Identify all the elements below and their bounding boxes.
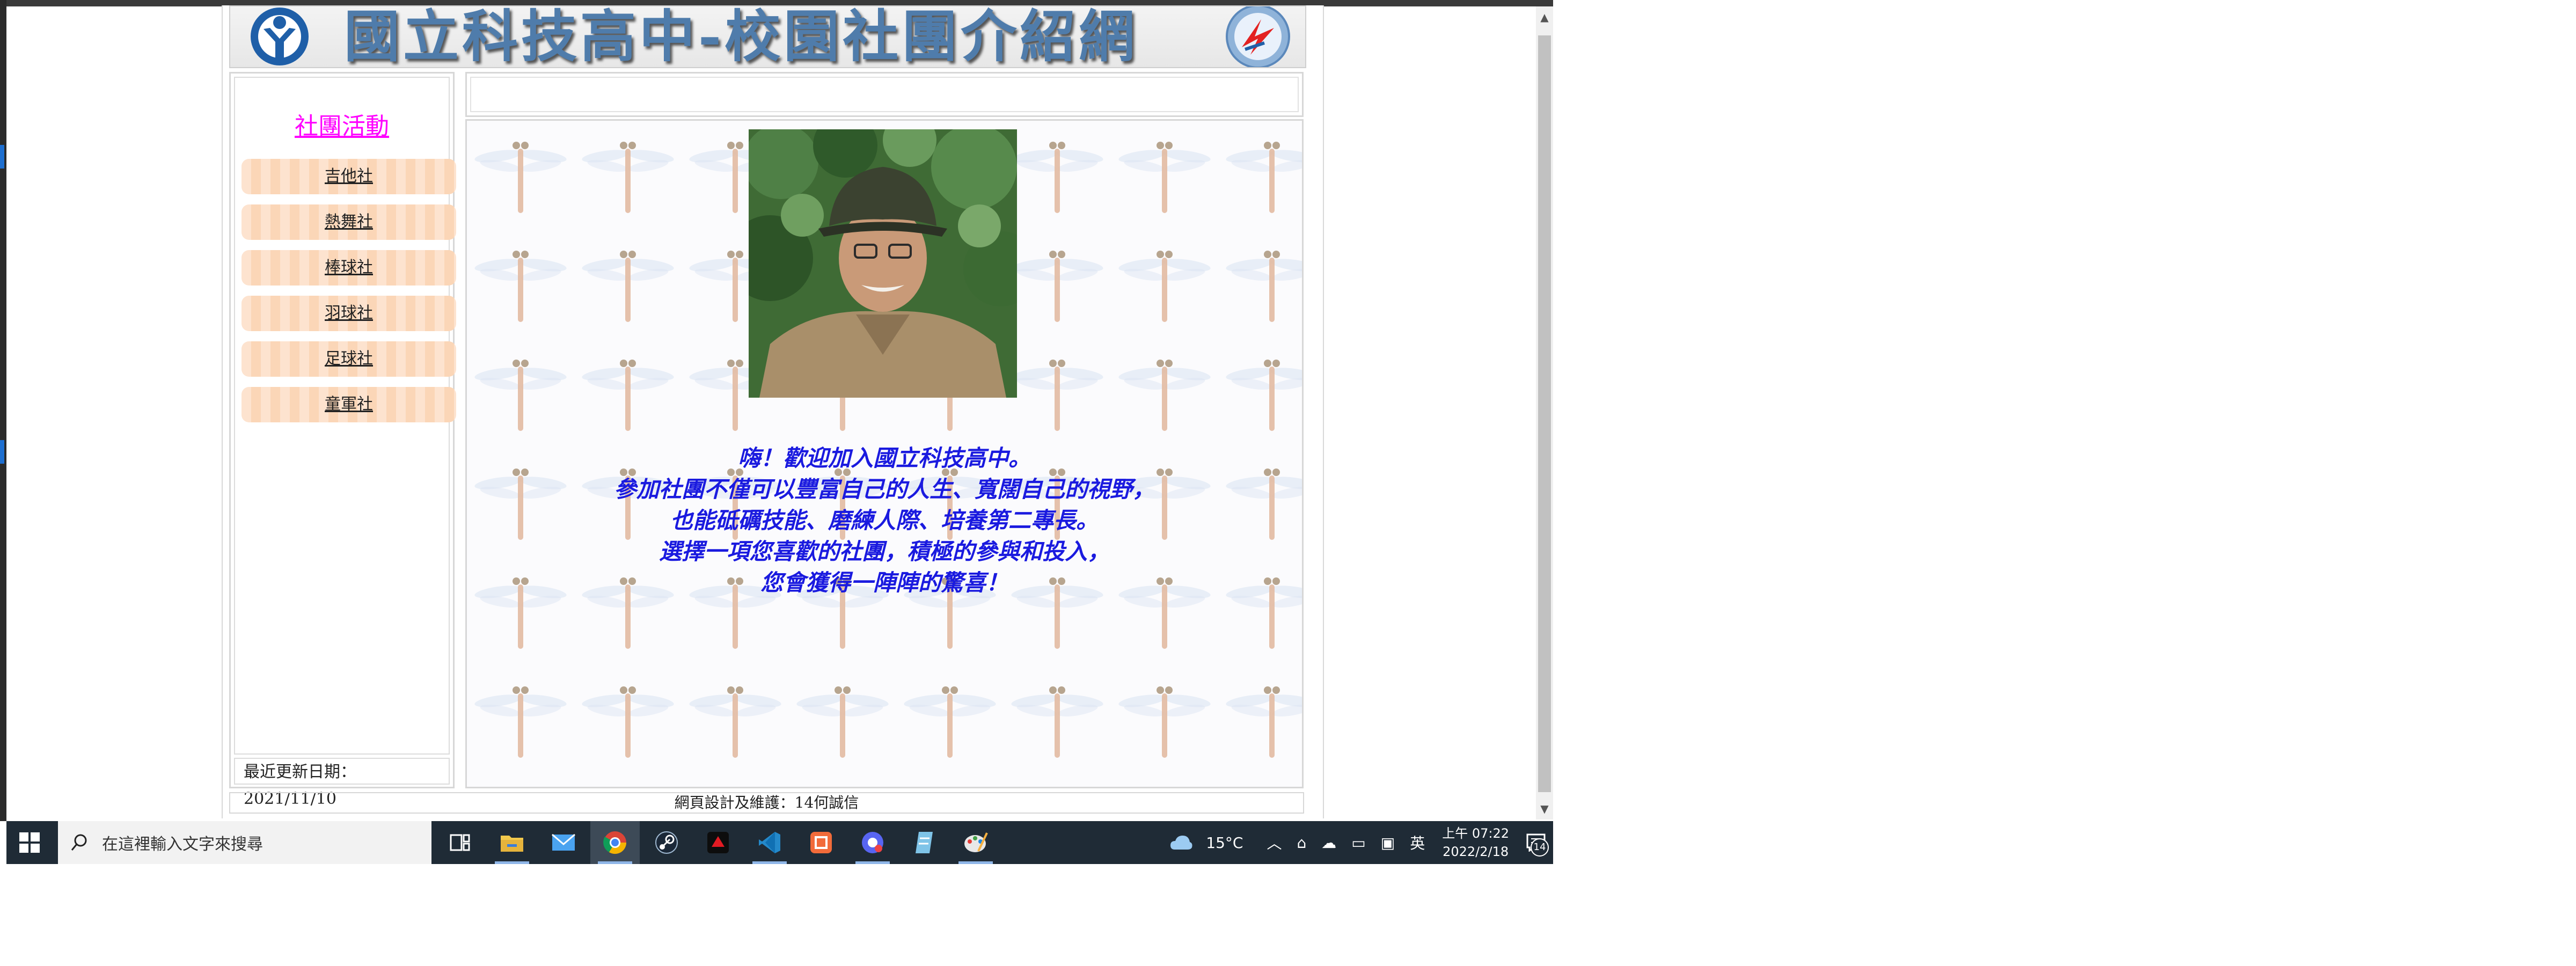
taskbar-app-orange[interactable]: [796, 821, 846, 864]
chrome-icon: [603, 831, 627, 854]
taskbar-search-box[interactable]: 在這裡輸入文字來搜尋: [58, 821, 431, 864]
clock-date: 2022/2/18: [1443, 844, 1509, 859]
running-indicator: [855, 861, 890, 864]
welcome-line: 嗨！歡迎加入國立科技高中。: [737, 445, 1031, 471]
scroll-up-arrow-icon[interactable]: ▲: [1536, 6, 1553, 28]
battery-icon[interactable]: ▭: [1351, 834, 1365, 852]
welcome-line: 也能砥礪技能、磨練人際、培養第二專長。: [670, 507, 1099, 533]
web-page: 國立科技高中-校園社團介紹網 社團活動 吉他社 熱舞社 棒球社 羽球社 足球社 …: [222, 5, 1324, 818]
task-view-button[interactable]: [436, 821, 485, 864]
weather-cloud-icon[interactable]: [1169, 833, 1193, 852]
show-hidden-icons-chevron-icon[interactable]: ︿: [1267, 832, 1282, 853]
app-red-icon: [707, 832, 729, 853]
app-orange-icon: [810, 832, 832, 853]
start-button[interactable]: [6, 821, 53, 864]
scrollbar-thumb[interactable]: [1538, 35, 1551, 792]
taskbar-app-purple[interactable]: [848, 821, 897, 864]
club-link-hiphop-dance[interactable]: 熱舞社: [241, 204, 456, 240]
notification-center-button[interactable]: 14: [1519, 821, 1553, 864]
site-banner: 國立科技高中-校園社團介紹網: [229, 5, 1306, 68]
browser-window: 國立科技高中-校園社團介紹網 社團活動 吉他社 熱舞社 棒球社 羽球社 足球社 …: [0, 0, 1553, 864]
club-link-soccer[interactable]: 足球社: [241, 341, 456, 377]
badge-logo-icon: [1226, 6, 1290, 67]
club-link-guitar[interactable]: 吉他社: [241, 159, 456, 194]
main-content: 嗨！歡迎加入國立科技高中。 參加社團不僅可以豐富自己的人生、寬闊自己的視野， 也…: [465, 119, 1304, 788]
running-indicator: [495, 861, 529, 864]
sidebar-menu-panel: 社團活動 吉他社 熱舞社 棒球社 羽球社 足球社 童軍社: [234, 77, 456, 755]
steam-icon: [655, 831, 678, 854]
welcome-line: 選擇一項您喜歡的社團，積極的參與和投入，: [658, 538, 1110, 565]
network-icon[interactable]: ▣: [1381, 834, 1395, 852]
club-link-baseball[interactable]: 棒球社: [241, 250, 456, 286]
usb-device-icon[interactable]: ⌂: [1297, 834, 1306, 852]
taskbar-clock[interactable]: 上午 07:22 2022/2/18: [1442, 824, 1509, 861]
site-title: 國立科技高中-校園社團介紹網: [344, 5, 1138, 68]
content-header-bar: [465, 72, 1304, 117]
taskbar-file-explorer[interactable]: [487, 821, 537, 864]
portrait-photo: [749, 129, 1017, 398]
search-placeholder: 在這裡輸入文字來搜尋: [102, 835, 263, 854]
vertical-scrollbar[interactable]: ▲ ▼: [1536, 6, 1553, 819]
running-indicator: [958, 861, 993, 864]
scroll-down-arrow-icon[interactable]: ▼: [1536, 798, 1553, 819]
taskbar-paint[interactable]: [951, 821, 1000, 864]
club-activities-link[interactable]: 社團活動: [235, 107, 449, 141]
taskbar-app-red[interactable]: [693, 821, 743, 864]
desktop-edge-indicator: [0, 145, 4, 169]
welcome-line: 參加社團不僅可以豐富自己的人生、寬闊自己的視野，: [613, 476, 1155, 502]
welcome-message: 嗨！歡迎加入國立科技高中。 參加社團不僅可以豐富自己的人生、寬闊自己的視野， 也…: [467, 443, 1302, 598]
school-logo-icon: [251, 8, 309, 65]
notification-count-badge: 14: [1531, 838, 1549, 857]
vscode-icon: [759, 832, 780, 853]
file-explorer-icon: [501, 836, 523, 852]
welcome-line: 您會獲得一陣陣的驚喜！: [760, 569, 1008, 596]
system-tray: 15°C ︿ ⌂ ☁ ▭ ▣ 英 上午 07:22 2022/2/18 14: [1169, 821, 1553, 864]
onedrive-cloud-icon[interactable]: ☁: [1321, 834, 1336, 852]
mail-icon: [552, 833, 575, 851]
running-indicator: [598, 861, 632, 864]
taskbar-chrome[interactable]: [590, 821, 640, 864]
search-icon: [71, 834, 87, 851]
input-method-indicator[interactable]: 英: [1410, 832, 1425, 853]
sidebar: 社團活動 吉他社 熱舞社 棒球社 羽球社 足球社 童軍社 最近更新日期：2021…: [229, 72, 456, 808]
taskbar-notepad[interactable]: [899, 821, 949, 864]
task-view-icon: [450, 834, 470, 851]
desktop-left-edge: [0, 0, 6, 821]
windows-logo-icon: [19, 832, 40, 853]
running-indicator: [752, 861, 787, 864]
windows-taskbar: 在這裡輸入文字來搜尋 15°C ︿ ⌂ ☁ ▭ ▣ 英 上午 07:22 202…: [6, 821, 1553, 864]
content-header-inner: [470, 77, 1299, 112]
taskbar-vscode[interactable]: [745, 821, 794, 864]
notepad-icon: [916, 832, 933, 853]
club-link-badminton[interactable]: 羽球社: [241, 296, 456, 331]
club-link-scouts[interactable]: 童軍社: [241, 387, 456, 422]
weather-temperature[interactable]: 15°C: [1206, 834, 1243, 852]
desktop-edge-indicator: [0, 440, 4, 464]
app-purple-icon: [862, 832, 883, 853]
last-updated-date: 最近更新日期：2021/11/10: [234, 758, 450, 808]
clock-time: 上午 07:22: [1442, 826, 1509, 841]
site-footer: 網頁設計及維護：14何誠信: [229, 792, 1304, 814]
taskbar-steam[interactable]: [642, 821, 691, 864]
paint-icon: [964, 832, 988, 852]
taskbar-mail[interactable]: [539, 821, 588, 864]
